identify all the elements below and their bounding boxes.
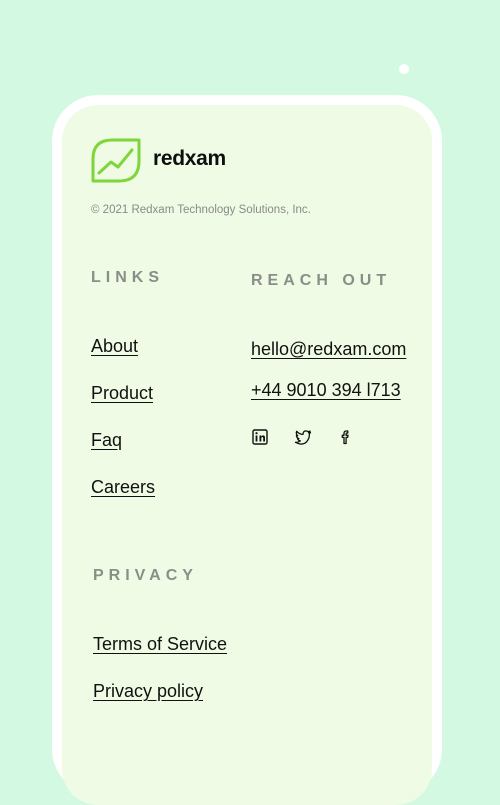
brand-name: redxam xyxy=(153,147,226,170)
phone-link[interactable]: +44 9010 394 l713 xyxy=(251,380,401,401)
camera-dot xyxy=(399,64,409,74)
link-faq[interactable]: Faq xyxy=(91,430,122,451)
privacy-heading: PRIVACY xyxy=(93,567,198,584)
facebook-icon[interactable] xyxy=(335,427,355,447)
link-about[interactable]: About xyxy=(91,336,138,357)
link-product[interactable]: Product xyxy=(91,383,153,404)
link-careers[interactable]: Careers xyxy=(91,477,155,498)
footer-screen: redxam © 2021 Redxam Technology Solution… xyxy=(62,105,432,805)
links-heading: LINKS xyxy=(91,269,164,286)
link-terms-of-service[interactable]: Terms of Service xyxy=(93,634,227,655)
reach-out-heading: REACH OUT xyxy=(251,272,392,289)
twitter-icon[interactable] xyxy=(293,427,313,447)
email-link[interactable]: hello@redxam.com xyxy=(251,339,406,360)
linkedin-icon[interactable] xyxy=(250,427,270,447)
link-privacy-policy[interactable]: Privacy policy xyxy=(93,681,203,702)
leaf-chart-icon xyxy=(91,138,141,183)
copyright-text: © 2021 Redxam Technology Solutions, Inc. xyxy=(91,204,311,216)
